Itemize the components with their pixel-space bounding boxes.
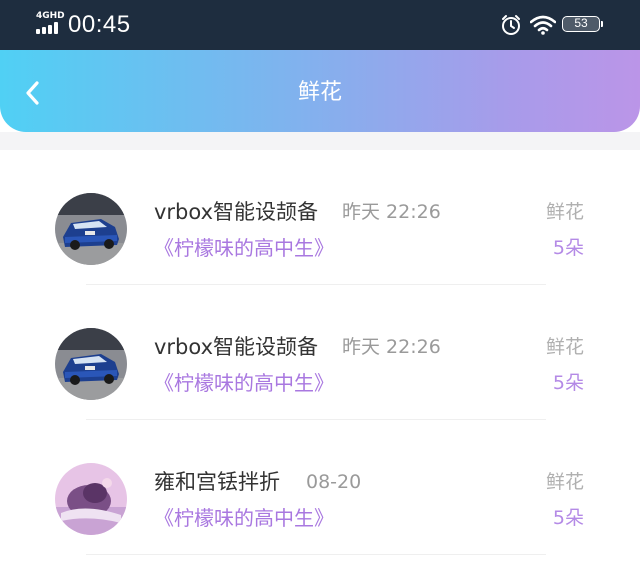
gift-type: 鲜花 [545,201,584,223]
list-item[interactable]: vrbox智能设颉备 昨天 22:26 《柠檬味的高中生》 鲜花 5朵 [0,150,640,285]
gift-count: 5朵 [552,372,584,394]
page-header: 鲜花 [0,50,640,132]
signal-bars-icon: 4GHD [36,11,65,34]
status-indicators: 53 [500,13,604,37]
post-time: 08-20 [306,471,362,493]
avatar[interactable] [55,463,127,535]
alarm-clock-icon [502,15,520,35]
list-item[interactable]: 雍和宫铥拌折 08-20 《柠檬味的高中生》 鲜花 5朵 [0,420,640,555]
user-name[interactable]: 雍和宫铥拌折 [154,468,280,496]
gift-target-link[interactable]: 《柠檬味的高中生》 [154,234,334,262]
divider [86,554,546,555]
list-item[interactable]: vrbox智能设颉备 昨天 22:26 《柠檬味的高中生》 鲜花 5朵 [0,285,640,420]
flower-record-list: vrbox智能设颉备 昨天 22:26 《柠檬味的高中生》 鲜花 5朵 vrbo… [0,150,640,569]
avatar[interactable] [55,193,127,265]
user-name[interactable]: vrbox智能设颉备 [154,198,318,226]
post-time: 昨天 22:26 [342,336,441,358]
gift-count: 5朵 [552,237,584,259]
avatar[interactable] [55,328,127,400]
status-time: 00:45 [68,11,131,38]
post-time: 昨天 22:26 [342,201,441,223]
status-bar: 4GHD 00:45 53 [0,0,640,50]
gift-count: 5朵 [552,507,584,529]
battery-indicator: 53 [562,16,603,32]
page-title: 鲜花 [297,80,342,105]
gift-target-link[interactable]: 《柠檬味的高中生》 [154,504,334,532]
gift-type: 鲜花 [545,471,584,493]
wifi-icon [530,15,556,35]
gift-target-link[interactable]: 《柠檬味的高中生》 [154,369,334,397]
network-type: 4GHD [36,11,65,21]
gift-type: 鲜花 [545,336,584,358]
user-name[interactable]: vrbox智能设颉备 [154,333,318,361]
